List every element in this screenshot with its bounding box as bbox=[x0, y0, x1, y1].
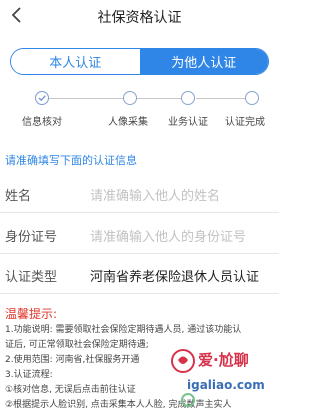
id-number-input[interactable]: 请准确输入他人的身份证号 bbox=[90, 226, 246, 245]
other-auth-tab[interactable]: 为他人认证 bbox=[139, 49, 268, 74]
step-label: 人像采集 bbox=[108, 117, 148, 128]
step-circle bbox=[123, 91, 137, 105]
auth-type-label: 认证类型 bbox=[5, 270, 58, 285]
tip-line: 2.使用范围: 河南省,社保服务开通 bbox=[5, 355, 140, 365]
step-label: 信息核对 bbox=[22, 117, 62, 128]
step-circle bbox=[245, 91, 259, 105]
name-label: 姓名 bbox=[5, 189, 32, 204]
step-connector bbox=[49, 98, 129, 99]
page-title: 社保资格认证 bbox=[97, 10, 182, 26]
watermark-url: igaliao.com bbox=[187, 378, 265, 392]
tip-line: 证后, 可正常领取社会保险定期待遇; bbox=[5, 340, 149, 350]
name-row: 姓名 请准确输入他人的姓名 bbox=[0, 175, 279, 213]
tips-title: 温馨提示: bbox=[5, 307, 58, 321]
watermark-circle bbox=[181, 393, 195, 407]
auth-mode-toggle: 本人认证 为他人认证 bbox=[10, 48, 269, 75]
header: 社保资格认证 bbox=[0, 0, 279, 34]
tip-line: ②根据提示人脸识别, 点击采集本人人脸, 完成数声主实人 bbox=[5, 400, 232, 410]
step-connector bbox=[196, 98, 250, 99]
step-label: 认证完成 bbox=[225, 117, 265, 128]
id-number-label: 身份证号 bbox=[5, 230, 58, 245]
watermark-logo-icon bbox=[170, 348, 196, 374]
tip-line: 3.认证流程: bbox=[5, 370, 53, 380]
id-number-row: 身份证号 请准确输入他人的身份证号 bbox=[0, 216, 279, 254]
form-prompt: 请准确填写下面的认证信息 bbox=[5, 154, 137, 167]
step-label: 业务认证 bbox=[168, 117, 208, 128]
step-check-icon bbox=[35, 91, 49, 105]
auth-type-value[interactable]: 河南省养老保险退休人员认证 bbox=[90, 266, 259, 285]
name-input[interactable]: 请准确输入他人的姓名 bbox=[90, 185, 220, 204]
progress-steps: 信息核对 人像采集 业务认证 认证完成 bbox=[0, 88, 279, 130]
auth-type-row[interactable]: 认证类型 河南省养老保险退休人员认证 bbox=[0, 256, 279, 294]
step-circle bbox=[181, 91, 195, 105]
self-auth-tab[interactable]: 本人认证 bbox=[11, 49, 140, 74]
tip-line: 1.功能说明: 需要领取社会保险定期待遇人员, 通过该功能认 bbox=[5, 325, 242, 335]
watermark-brand: 爱·尬聊 bbox=[198, 351, 249, 369]
tip-line: ①核对信息, 无误后点击前往认证 bbox=[5, 385, 136, 395]
